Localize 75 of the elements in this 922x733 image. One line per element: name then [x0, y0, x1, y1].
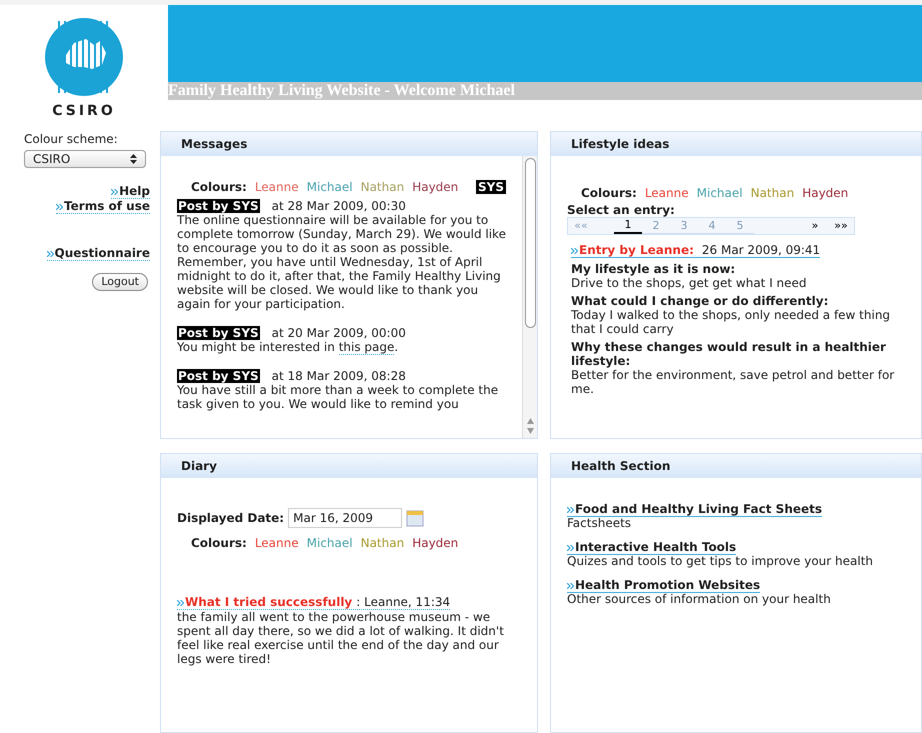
health-link[interactable]: Interactive Health Tools: [567, 540, 736, 555]
date-field[interactable]: Mar 16, 2009: [288, 508, 402, 528]
colour-name: Hayden: [412, 536, 458, 550]
pager-nav[interactable]: »»: [828, 219, 854, 233]
sidebar-link[interactable]: Help: [111, 184, 150, 199]
colour-name: Leanne: [254, 536, 299, 550]
updown-icon: [130, 154, 137, 164]
logo-icon: [44, 17, 124, 97]
panel-header: Health Section: [551, 454, 921, 478]
answer: Drive to the shops, get get what I need: [571, 276, 808, 290]
question: Why these changes would result in a healthier lifestyle:: [571, 340, 887, 368]
colour-name: Hayden: [802, 186, 848, 200]
health-link[interactable]: Health Promotion Websites: [567, 578, 760, 593]
post-body: The online questionnaire will be available for you to complete tomorrow (Sunday, March 29). We would like to encourage you to do it as soon as possible. Remember, you have until Wednesday, 1st of April midnight to do it, after that, the Family Healthy Living website will be closed. We would like to thank you again for your participation.: [177, 213, 506, 311]
panel-header: Messages: [161, 132, 537, 156]
post-body: You have still a bit more than a week to complete the task given to you. We would like to remind you: [177, 383, 500, 411]
sidebar-link[interactable]: Terms of use: [56, 199, 150, 214]
health-description: Other sources of information on your health: [567, 592, 832, 606]
panel-header: Lifestyle ideas: [551, 132, 921, 156]
select-entry-label: Select an entry:: [567, 203, 676, 217]
health-link[interactable]: Food and Healthy Living Fact Sheets: [567, 502, 822, 517]
logo-text: CSIRO: [52, 102, 116, 121]
header-title: Family Healthy Living Website - Welcome Michael: [168, 82, 922, 100]
entry-heading[interactable]: Entry by Leanne:: [571, 243, 694, 257]
colour-name: Michael: [306, 180, 353, 194]
page-link[interactable]: this page: [338, 340, 394, 355]
scrollbar[interactable]: [522, 156, 537, 438]
chevron-icon: [567, 506, 574, 513]
health-description: Quizes and tools to get tips to improve your health: [567, 554, 874, 568]
post-date: at 18 Mar 2009, 08:28: [272, 369, 406, 383]
question: What could I change or do differently:: [571, 294, 830, 308]
panel-header: Diary: [161, 454, 537, 478]
diary-entry-meta: : Leanne, 11:34: [356, 595, 450, 609]
sys-tag: SYS: [476, 180, 506, 194]
post-tag: Post by SYS: [177, 199, 260, 213]
page-link[interactable]: 1: [614, 218, 642, 234]
chevron-icon: [571, 248, 578, 254]
colours-label: Colours:: [191, 536, 247, 550]
logout-button[interactable]: Logout: [92, 273, 148, 291]
post-tag: Post by SYS: [177, 326, 260, 340]
colours-label: Colours:: [581, 186, 637, 200]
colour-name: Nathan: [360, 180, 404, 194]
colour-scheme-select[interactable]: CSIRO: [24, 150, 146, 168]
question: My lifestyle as it is now:: [571, 262, 736, 276]
colour-name: Nathan: [360, 536, 404, 550]
date-label: Displayed Date:: [177, 511, 284, 525]
post-tag: Post by SYS: [177, 369, 260, 383]
answer: Today I walked to the shops, only needed a few thing that I could carry: [571, 308, 892, 336]
answer: Better for the environment, save petrol and better for me.: [571, 368, 896, 396]
sidebar-link[interactable]: Questionnaire: [46, 246, 150, 261]
colour-scheme-label: Colour scheme:: [24, 131, 119, 148]
health-description: Factsheets: [567, 516, 632, 530]
pager-nav[interactable]: »: [802, 219, 828, 233]
post-date: at 28 Mar 2009, 00:30: [272, 199, 406, 213]
post-body: You might be interested in this page.: [177, 340, 400, 354]
chevron-icon: [56, 204, 64, 210]
scroll-down-icon[interactable]: [526, 428, 534, 434]
scroll-up-icon[interactable]: [526, 418, 534, 424]
colour-name: Hayden: [412, 180, 458, 194]
colours-label: Colours:: [191, 180, 247, 194]
entry-date: 26 Mar 2009, 09:41: [702, 243, 820, 257]
diary-entry-body: the family all went to the powerhouse museum - we spent all day there, so we did a lot of walking. It didn't feel like real exercise until the end of the day and our legs were tired!: [177, 610, 505, 666]
colour-name: Leanne: [644, 186, 689, 200]
calendar-icon[interactable]: [406, 509, 424, 527]
colour-name: Nathan: [750, 186, 794, 200]
chevron-icon: [46, 250, 54, 257]
chevron-icon: [567, 582, 574, 589]
post-date: at 20 Mar 2009, 00:00: [272, 326, 406, 340]
chevron-icon: [111, 188, 118, 195]
colour-name: Michael: [696, 186, 743, 200]
colour-name: Leanne: [254, 180, 299, 194]
diary-entry-heading[interactable]: What I tried successfully: [177, 595, 352, 609]
chevron-icon: [177, 600, 184, 606]
chevron-icon: [567, 544, 574, 551]
colour-name: Michael: [306, 536, 353, 550]
